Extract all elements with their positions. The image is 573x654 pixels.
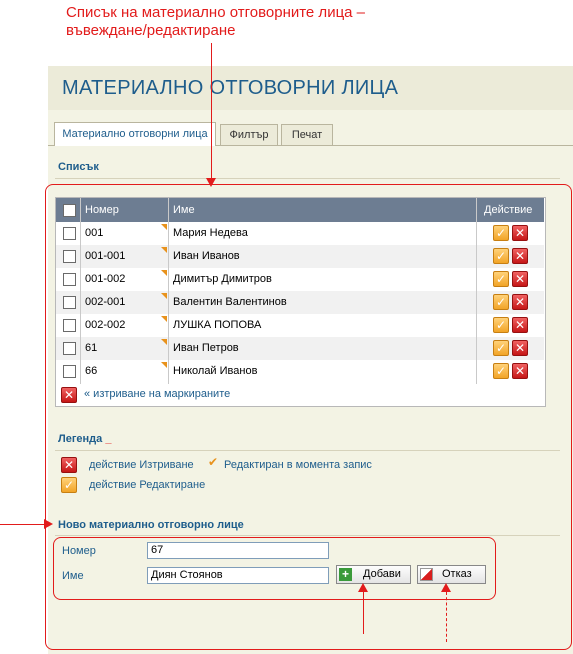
- list-heading: Списък: [58, 161, 99, 173]
- annotation-arrow-head: [206, 178, 216, 187]
- annotation-arrow-line: [0, 524, 44, 525]
- annotation-arrow-head: [44, 519, 53, 529]
- annotation-title: Списък на материално отговорните лица – …: [66, 4, 486, 40]
- tab-responsible-persons[interactable]: Материално отговорни лица: [54, 122, 216, 146]
- page-title: МАТЕРИАЛНО ОТГОВОРНИ ЛИЦА: [62, 77, 399, 99]
- annotation-dashed-line: [446, 592, 447, 642]
- annotation-title-line2: въвеждане/редактиране: [66, 22, 236, 39]
- annotation-form-box: [53, 537, 496, 600]
- annotation-arrow-head: [441, 583, 451, 592]
- annotation-arrow-line: [211, 43, 212, 180]
- annotation-arrow-head: [358, 583, 368, 592]
- tab-filter[interactable]: Филтър: [220, 124, 278, 145]
- annotation-arrow-line: [363, 592, 364, 634]
- tab-print[interactable]: Печат: [281, 124, 333, 145]
- annotation-title-line1: Списък на материално отговорните лица –: [66, 4, 366, 21]
- list-heading-divider: [55, 178, 560, 179]
